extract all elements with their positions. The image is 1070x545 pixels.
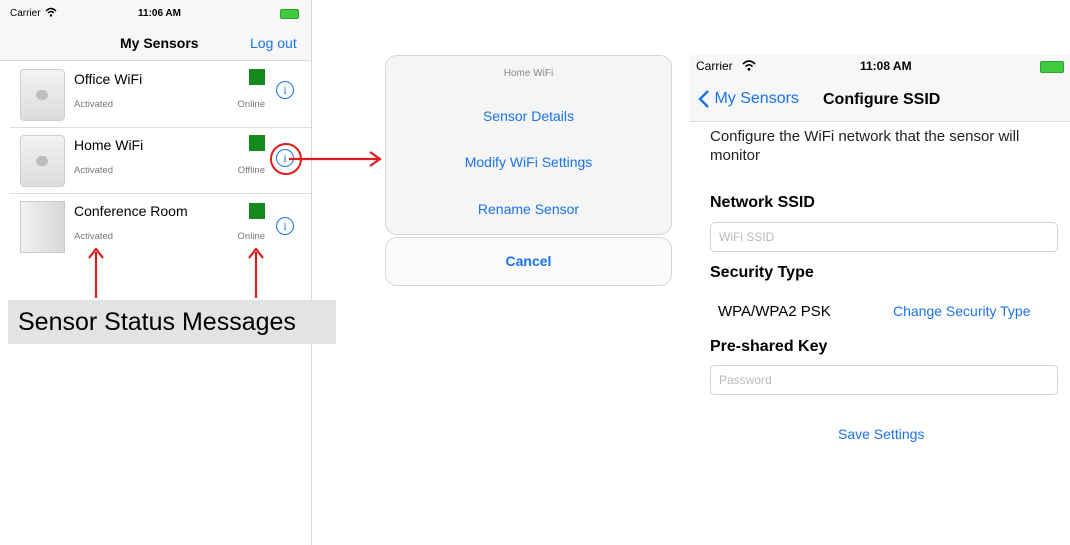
security-type-value: WPA/WPA2 PSK <box>718 303 831 320</box>
change-security-type-button[interactable]: Change Security Type <box>893 303 1031 319</box>
status-indicator <box>249 203 265 219</box>
sensor-name: Office WiFi <box>74 71 143 87</box>
status-indicator <box>249 69 265 85</box>
sensor-details-button[interactable]: Sensor Details <box>386 108 671 124</box>
cancel-button[interactable]: Cancel <box>385 237 672 286</box>
action-sheet-title: Home WiFi <box>503 68 554 79</box>
wifi-icon <box>742 60 756 71</box>
sensor-name: Conference Room <box>74 203 188 219</box>
wifi-icon <box>45 7 57 17</box>
password-field[interactable] <box>710 365 1058 395</box>
sensor-row-home-wifi[interactable]: Home WiFi Activated Offline i <box>10 127 311 194</box>
sensor-name: Home WiFi <box>74 137 144 153</box>
rename-sensor-button[interactable]: Rename Sensor <box>386 201 671 217</box>
sensor-activation-status: Activated <box>74 99 114 110</box>
arrow-icon <box>289 151 382 167</box>
page-title: My Sensors <box>120 35 199 51</box>
info-icon[interactable]: i <box>276 217 294 235</box>
sensor-activation-status: Activated <box>74 165 114 176</box>
sensor-thumbnail <box>20 201 65 253</box>
network-ssid-label: Network SSID <box>710 194 815 211</box>
arrow-icon <box>88 247 104 298</box>
psk-label: Pre-shared Key <box>710 338 828 355</box>
carrier-label: Carrier <box>10 8 41 19</box>
sensor-activation-status: Activated <box>74 231 114 242</box>
status-indicator <box>249 135 265 151</box>
sensor-row-office-wifi[interactable]: Office WiFi Activated Online i <box>10 61 311 128</box>
status-bar: Carrier 11:06 AM <box>0 0 311 28</box>
ssid-input[interactable] <box>710 222 1058 252</box>
sensor-thumbnail <box>20 69 65 121</box>
sensor-connection-status: Online <box>237 99 265 110</box>
info-icon[interactable]: i <box>276 81 294 99</box>
logout-button[interactable]: Log out <box>250 35 297 51</box>
back-button[interactable]: My Sensors <box>698 89 799 109</box>
sensor-thumbnail <box>20 135 65 187</box>
modify-wifi-settings-button[interactable]: Modify WiFi Settings <box>386 154 671 170</box>
annotation-banner: Sensor Status Messages <box>8 300 336 344</box>
clock: 11:06 AM <box>138 8 181 19</box>
chevron-left-icon <box>698 90 709 108</box>
carrier-label: Carrier <box>696 59 733 73</box>
page-title: Configure SSID <box>823 91 941 108</box>
back-label: My Sensors <box>714 90 799 107</box>
security-type-label: Security Type <box>710 264 814 281</box>
clock: 11:08 AM <box>860 59 912 73</box>
battery-icon <box>280 9 299 19</box>
arrow-icon <box>248 247 264 298</box>
status-bar: Carrier 11:08 AM <box>690 55 1070 79</box>
nav-bar: My Sensors Log out <box>0 28 311 61</box>
sensor-connection-status: Offline <box>237 165 265 176</box>
nav-bar: My Sensors Configure SSID <box>690 79 1070 122</box>
sensors-screen: Carrier 11:06 AM My Sensors Log out Offi… <box>0 0 312 545</box>
configure-ssid-screen: Carrier 11:08 AM My Sensors Configure SS… <box>690 55 1070 545</box>
battery-icon <box>1040 61 1064 73</box>
action-sheet: Home WiFi Sensor Details Modify WiFi Set… <box>385 55 672 235</box>
save-settings-button[interactable]: Save Settings <box>838 426 924 442</box>
sensor-connection-status: Online <box>237 231 265 242</box>
description-text: Configure the WiFi network that the sens… <box>710 128 1020 164</box>
